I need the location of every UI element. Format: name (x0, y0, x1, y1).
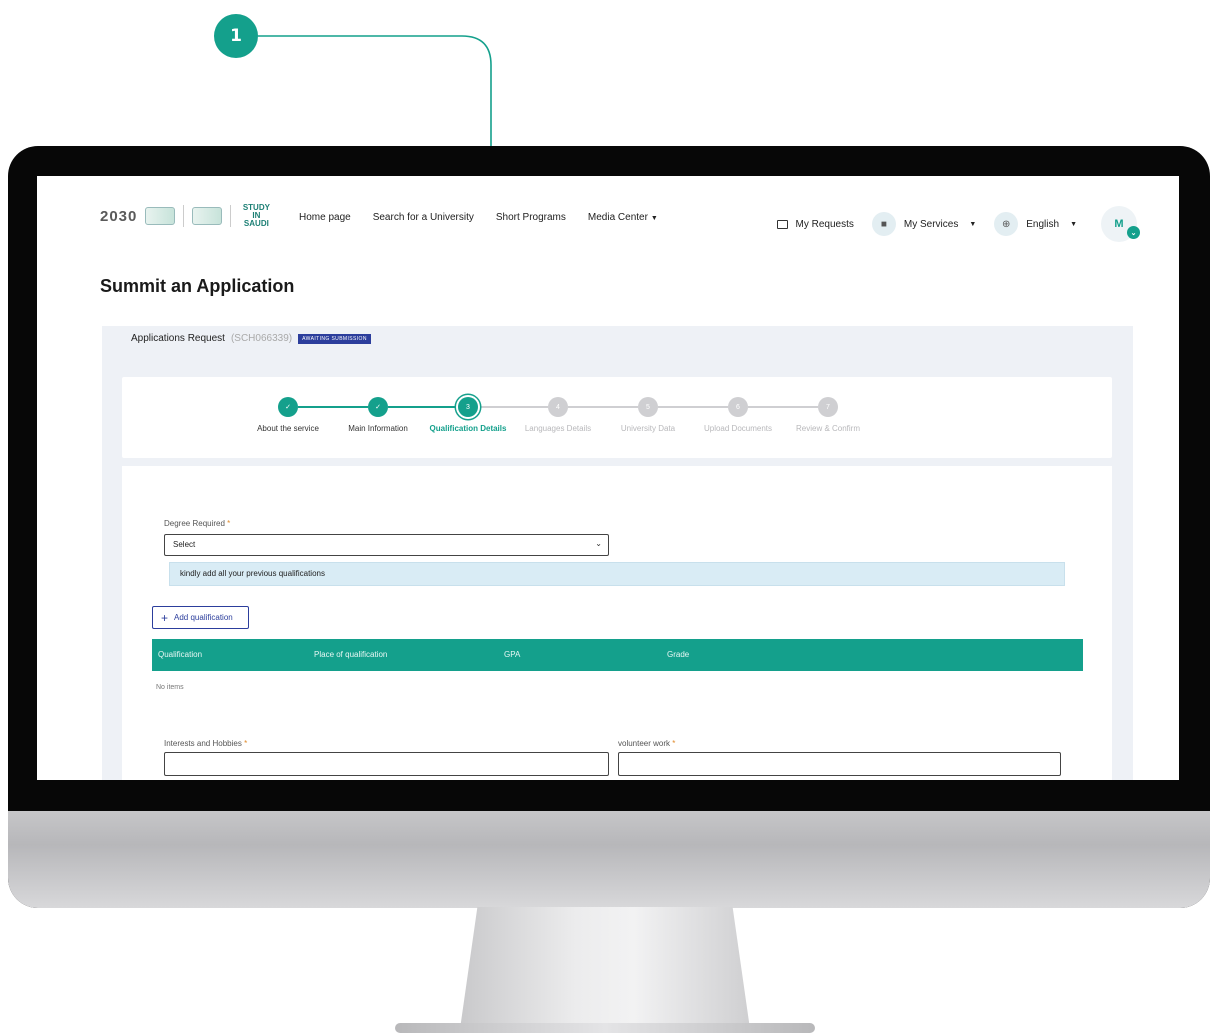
application-panel: Applications Request (SCH066339) AWAITIN… (102, 326, 1133, 780)
check-icon: ✓ (368, 397, 388, 417)
degree-select-value: Select (173, 540, 196, 549)
browser-screen: 2030 STUDY IN SAUDI Home page Search for… (37, 176, 1179, 780)
logo-divider (183, 205, 185, 227)
step-label: Qualification Details (429, 424, 507, 433)
globe-icon: ⊕ (994, 212, 1019, 236)
column-gpa: GPA (504, 650, 521, 659)
required-mark: * (244, 739, 248, 748)
nav-home[interactable]: Home page (299, 212, 351, 223)
step-4: 4 Languages Details (508, 397, 608, 433)
user-nav: My Requests ■ My Services ▼ ⊕ English ▼ … (776, 206, 1140, 242)
column-grade: Grade (667, 650, 690, 659)
my-requests-link[interactable]: My Requests (776, 218, 854, 230)
degree-label-text: Degree Required (164, 519, 225, 528)
step-1: ✓ About the service (238, 397, 338, 433)
empty-table-message: No items (156, 684, 184, 691)
qualifications-table-header: Qualification Place of qualification GPA… (152, 639, 1083, 671)
monitor-base (395, 1023, 815, 1033)
my-services-label: My Services (903, 218, 959, 230)
step-5: 5 University Data (598, 397, 698, 433)
degree-label: Degree Required * (164, 519, 230, 528)
nav-search-university[interactable]: Search for a University (373, 212, 474, 223)
interests-label-text: Interests and Hobbies (164, 739, 242, 748)
step-label: About the service (257, 424, 319, 433)
step-number: 6 (728, 397, 748, 417)
language-label: English (1026, 218, 1060, 230)
chevron-down-icon: ⌄ (595, 539, 602, 548)
folder-icon (776, 219, 788, 229)
site-header: 2030 STUDY IN SAUDI Home page Search for… (37, 176, 1179, 266)
status-badge: AWAITING SUBMISSION (298, 333, 371, 344)
services-icon: ■ (871, 212, 896, 236)
column-place: Place of qualification (314, 650, 388, 659)
step-number: 5 (638, 397, 658, 417)
chevron-down-icon: ⌄ (1127, 226, 1140, 239)
check-icon: ✓ (278, 397, 298, 417)
step-label: Main Information (348, 424, 408, 433)
language-menu[interactable]: ⊕ English ▼ (994, 212, 1077, 236)
ministry-logo (145, 207, 176, 225)
monitor-chin (8, 811, 1210, 908)
logo-group: 2030 STUDY IN SAUDI (100, 204, 273, 228)
step-7: 7 Review & Confirm (778, 397, 878, 433)
volunteer-input[interactable] (618, 752, 1061, 776)
study-in-saudi-logo[interactable]: STUDY IN SAUDI (239, 204, 273, 228)
caret-down-icon: ▼ (969, 220, 977, 228)
step-3: 3 Qualification Details (418, 397, 518, 433)
caret-down-icon: ▼ (1070, 220, 1077, 228)
required-mark: * (227, 519, 231, 528)
request-header: Applications Request (SCH066339) AWAITIN… (131, 333, 371, 344)
agency-logo (192, 207, 223, 225)
caret-down-icon: ▼ (650, 215, 658, 222)
add-qualification-label: Add qualification (174, 613, 233, 622)
step-6: 6 Upload Documents (688, 397, 788, 433)
step-label: Review & Confirm (795, 424, 860, 433)
nav-media-center-label: Media Center (587, 212, 648, 223)
logo-divider (230, 205, 232, 227)
step-label: Upload Documents (703, 424, 773, 433)
volunteer-label-text: volunteer work (618, 739, 671, 748)
interests-label: Interests and Hobbies * (164, 739, 247, 748)
volunteer-label: volunteer work * (618, 739, 675, 748)
plus-icon: + (161, 610, 169, 625)
step-number: 4 (548, 397, 568, 417)
degree-select[interactable]: Select ⌄ (164, 534, 609, 556)
stage: 1 2030 STUDY IN SAUDI Home page Search f… (0, 0, 1210, 1035)
monitor-frame: 2030 STUDY IN SAUDI Home page Search for… (8, 146, 1210, 908)
qualification-form: Degree Required * Select ⌄ kindly add al… (122, 466, 1112, 780)
interests-input[interactable] (164, 752, 609, 776)
stepper-track: ✓ About the service ✓ Main Information 3 Qual… (257, 397, 888, 441)
step-number: 3 (458, 397, 478, 417)
column-qualification: Qualification (158, 650, 203, 659)
page-title: Summit an Application (100, 276, 295, 296)
step-label: University Data (620, 424, 676, 433)
callout-badge: 1 (214, 14, 258, 58)
avatar-initial: M (1114, 218, 1124, 230)
nav-short-programs[interactable]: Short Programs (496, 212, 566, 223)
info-banner: kindly add all your previous qualificati… (169, 562, 1065, 586)
monitor-stand (460, 907, 750, 1029)
my-services-menu[interactable]: ■ My Services ▼ (871, 212, 977, 236)
main-nav: Home page Search for a University Short … (299, 212, 658, 223)
progress-stepper: ✓ About the service ✓ Main Information 3 Qual… (122, 377, 1112, 458)
my-requests-label: My Requests (795, 218, 854, 230)
user-avatar[interactable]: M ⌄ (1101, 206, 1140, 242)
step-2: ✓ Main Information (328, 397, 428, 433)
nav-media-center[interactable]: Media Center ▼ (588, 212, 658, 223)
required-mark: * (672, 739, 676, 748)
vision-2030-logo: 2030 (100, 207, 138, 225)
request-label: Applications Request (131, 333, 225, 344)
request-code: (SCH066339) (230, 333, 293, 344)
step-number: 7 (818, 397, 838, 417)
add-qualification-button[interactable]: + Add qualification (152, 606, 249, 629)
step-label: Languages Details (524, 424, 592, 433)
